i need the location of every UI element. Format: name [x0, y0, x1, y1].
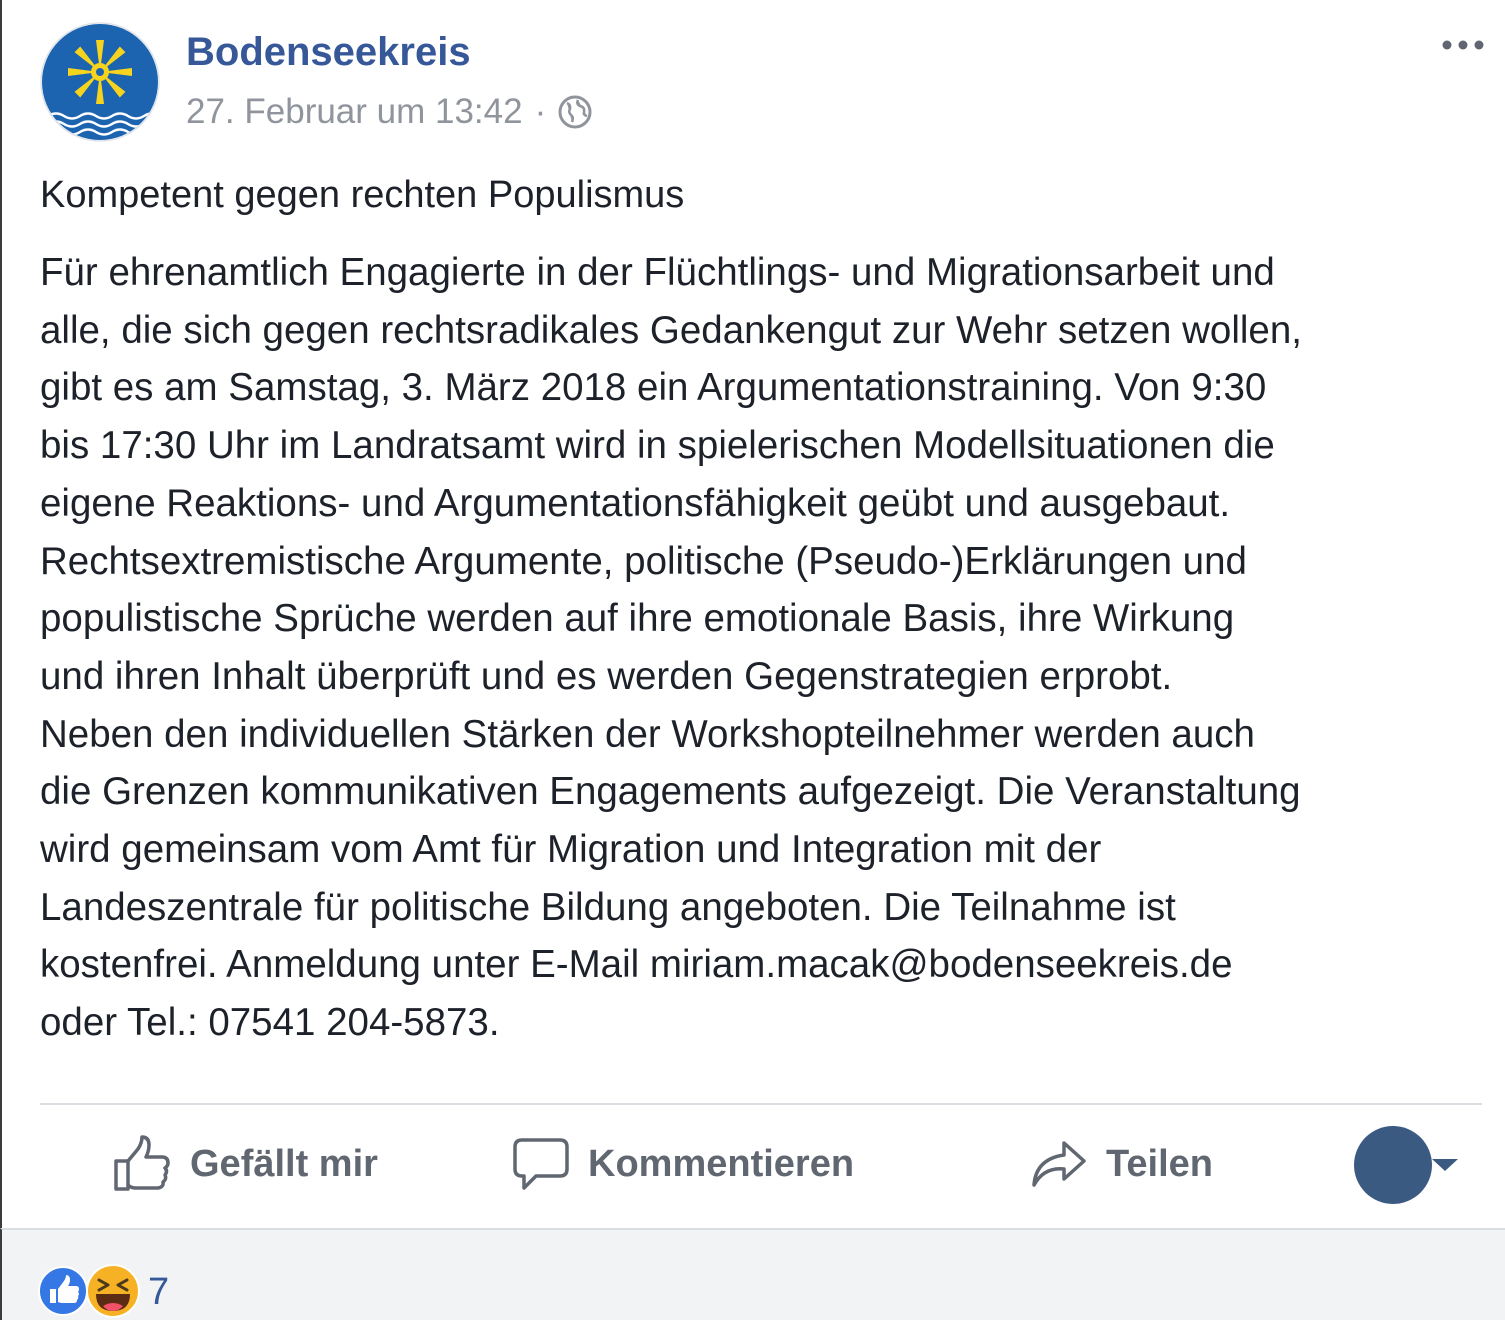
- post-body-line: Rechtsextremistische Argumente, politisc…: [40, 539, 1247, 583]
- reactions-summary[interactable]: 7: [0, 1228, 1505, 1320]
- post-card: Bodenseekreis 27. Februar um 13:42 · Kom…: [0, 0, 1505, 1228]
- post-body-line: bis 17:30 Uhr im Landratsamt wird in spi…: [40, 424, 1275, 468]
- post-body: Für ehrenamtlich Engagierte in der Flüch…: [40, 244, 1490, 1052]
- like-label: Gefällt mir: [190, 1142, 378, 1185]
- more-options-icon[interactable]: [1441, 30, 1485, 60]
- comment-button[interactable]: Kommentieren: [512, 1132, 854, 1196]
- post-body-line: alle, die sich gegen rechtsradikales Ged…: [40, 308, 1302, 352]
- post-body-line: wird gemeinsam vom Amt für Migration und…: [40, 828, 1102, 872]
- globe-icon: [558, 95, 592, 129]
- thumbs-up-icon: [114, 1135, 170, 1191]
- page-name-link[interactable]: Bodenseekreis: [186, 28, 471, 76]
- post-body-line: Für ehrenamtlich Engagierte in der Flüch…: [40, 251, 1275, 294]
- meta-separator: ·: [534, 92, 547, 131]
- post-body-line: eigene Reaktions- und Argumentationsfähi…: [40, 481, 1231, 525]
- haha-reaction-icon: [86, 1264, 140, 1318]
- post-meta: 27. Februar um 13:42 ·: [186, 90, 592, 134]
- post-timestamp[interactable]: 27. Februar um 13:42: [186, 90, 523, 134]
- post-body-line: Neben den individuellen Stärken der Work…: [40, 712, 1255, 756]
- post-title: Kompetent gegen rechten Populismus: [40, 174, 685, 216]
- post-body-line: die Grenzen kommunikativen Engagements a…: [40, 770, 1301, 814]
- share-arrow-icon: [1032, 1141, 1086, 1187]
- post-body-line: Landeszentrale für politische Bildung an…: [40, 885, 1176, 929]
- post-body-line: oder Tel.: 07541 204-5873.: [40, 1001, 500, 1045]
- profile-avatar: [1354, 1126, 1432, 1204]
- like-button[interactable]: Gefällt mir: [112, 1132, 378, 1196]
- share-button[interactable]: Teilen: [1030, 1132, 1213, 1196]
- comment-label: Kommentieren: [588, 1142, 855, 1185]
- post-body-line: kostenfrei. Anmeldung unter E-Mail miria…: [40, 943, 1233, 987]
- share-label: Teilen: [1106, 1142, 1213, 1185]
- post-body-line: und ihren Inhalt überprüft und es werden…: [40, 654, 1173, 698]
- like-reaction-icon: [38, 1266, 88, 1316]
- chevron-down-icon: [1432, 1159, 1458, 1171]
- comment-icon: [513, 1138, 569, 1190]
- post-body-line: gibt es am Samstag, 3. März 2018 ein Arg…: [40, 366, 1267, 410]
- post-body-line: populistische Sprüche werden auf ihre em…: [40, 597, 1235, 641]
- post-as-selector[interactable]: [1352, 1124, 1472, 1208]
- reaction-count[interactable]: 7: [148, 1268, 169, 1316]
- page-avatar[interactable]: [40, 20, 160, 144]
- actions-divider: [40, 1103, 1482, 1105]
